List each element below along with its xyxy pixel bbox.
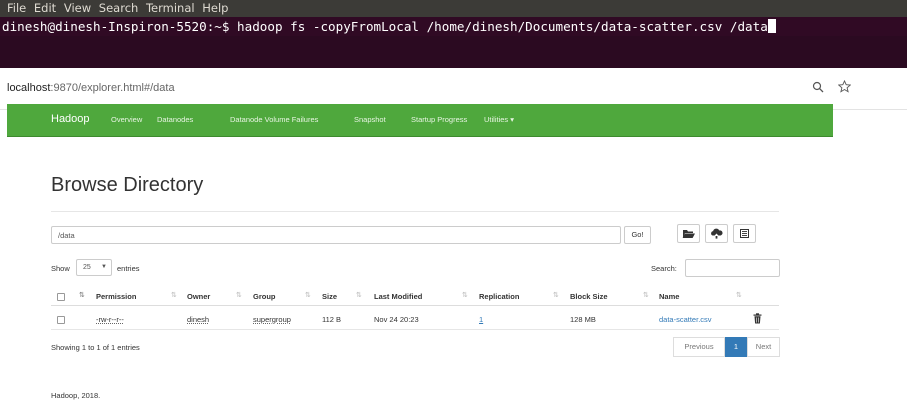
- page-1-button[interactable]: 1: [725, 337, 747, 357]
- header-owner[interactable]: Owner: [187, 292, 210, 301]
- title-divider: [51, 211, 779, 212]
- menu-view[interactable]: View: [64, 1, 91, 15]
- header-permission[interactable]: Permission: [96, 292, 136, 301]
- create-directory-button[interactable]: [677, 224, 700, 243]
- search-label: Search:: [651, 264, 677, 273]
- header-size[interactable]: Size: [322, 292, 337, 301]
- nav-datanode-volume-failures[interactable]: Datanode Volume Failures: [230, 115, 318, 124]
- list-alt-icon: [740, 229, 749, 238]
- sort-icon[interactable]: ⇅: [305, 291, 311, 299]
- cell-replication[interactable]: 1: [479, 315, 483, 324]
- terminal-body[interactable]: [0, 36, 907, 68]
- cell-permission[interactable]: -rw-r--r--: [96, 315, 124, 324]
- menu-terminal[interactable]: Terminal: [146, 1, 195, 15]
- select-all-checkbox[interactable]: [57, 293, 65, 301]
- sort-icon[interactable]: ⇅: [736, 291, 742, 299]
- nav-startup-progress[interactable]: Startup Progress: [411, 115, 467, 124]
- sort-icon[interactable]: ⇅: [462, 291, 468, 299]
- terminal-cursor: [767, 19, 776, 33]
- cell-group[interactable]: supergroup: [253, 315, 291, 324]
- cut-paste-button[interactable]: [733, 224, 756, 243]
- menu-edit[interactable]: Edit: [34, 1, 56, 15]
- nav-datanodes[interactable]: Datanodes: [157, 115, 193, 124]
- next-page-button[interactable]: Next: [747, 337, 780, 357]
- header-group[interactable]: Group: [253, 292, 276, 301]
- table-header-divider: [51, 305, 779, 306]
- menu-search[interactable]: Search: [99, 1, 139, 15]
- folder-open-icon: [682, 230, 695, 238]
- page-title: Browse Directory: [51, 174, 204, 196]
- table-row-divider: [51, 329, 779, 330]
- sort-icon[interactable]: ⇅: [643, 291, 649, 299]
- show-label: Show: [51, 264, 70, 273]
- terminal-prompt: dinesh@dinesh-Inspiron-5520:~$ hadoop fs…: [2, 19, 768, 34]
- showing-entries-info: Showing 1 to 1 of 1 entries: [51, 343, 140, 352]
- navbar-brand[interactable]: Hadoop: [51, 113, 90, 125]
- go-button[interactable]: Go!: [624, 226, 651, 244]
- sort-asc-icon[interactable]: ⇅: [79, 291, 85, 299]
- sort-icon[interactable]: ⇅: [171, 291, 177, 299]
- header-last-modified[interactable]: Last Modified: [374, 292, 422, 301]
- search-input[interactable]: [685, 259, 780, 277]
- cell-block-size: 128 MB: [570, 315, 596, 324]
- terminal-menubar: File Edit View Search Terminal Help: [0, 0, 907, 17]
- nav-snapshot[interactable]: Snapshot: [354, 115, 386, 124]
- sort-icon[interactable]: ⇅: [236, 291, 242, 299]
- footer-text: Hadoop, 2018.: [51, 391, 101, 400]
- sort-icon[interactable]: ⇅: [356, 291, 362, 299]
- header-block-size[interactable]: Block Size: [570, 292, 608, 301]
- directory-path-input[interactable]: /data: [51, 226, 621, 244]
- url-path: :9870/explorer.html#/data: [50, 82, 175, 94]
- star-icon[interactable]: [835, 77, 853, 97]
- entries-label: entries: [117, 264, 140, 273]
- hadoop-navbar: Hadoop Overview Datanodes Datanode Volum…: [7, 104, 833, 137]
- row-checkbox[interactable]: [57, 316, 65, 324]
- header-replication[interactable]: Replication: [479, 292, 519, 301]
- cell-last-modified: Nov 24 20:23: [374, 315, 419, 324]
- menu-file[interactable]: File: [7, 1, 26, 15]
- terminal-command-line[interactable]: dinesh@dinesh-Inspiron-5520:~$ hadoop fs…: [0, 18, 907, 35]
- previous-page-button[interactable]: Previous: [673, 337, 725, 357]
- address-bar[interactable]: localhost:9870/explorer.html#/data: [7, 82, 175, 94]
- entries-per-page-select[interactable]: 25 ▼: [76, 259, 112, 276]
- zoom-icon[interactable]: [809, 77, 827, 97]
- nav-utilities-dropdown[interactable]: Utilities ▾: [484, 115, 514, 124]
- nav-overview[interactable]: Overview: [111, 115, 142, 124]
- cloud-upload-icon: [711, 228, 723, 239]
- sort-icon[interactable]: ⇅: [553, 291, 559, 299]
- entries-per-page-value: 25: [83, 264, 91, 271]
- upload-files-button[interactable]: [705, 224, 728, 243]
- cell-size: 112 B: [322, 315, 342, 324]
- chevron-down-icon: ▼: [101, 264, 107, 270]
- header-name[interactable]: Name: [659, 292, 679, 301]
- menu-help[interactable]: Help: [202, 1, 228, 15]
- cell-owner[interactable]: dinesh: [187, 315, 209, 324]
- cell-name-link[interactable]: data-scatter.csv: [659, 315, 712, 324]
- trash-icon[interactable]: [753, 313, 762, 326]
- url-host: localhost: [7, 82, 51, 94]
